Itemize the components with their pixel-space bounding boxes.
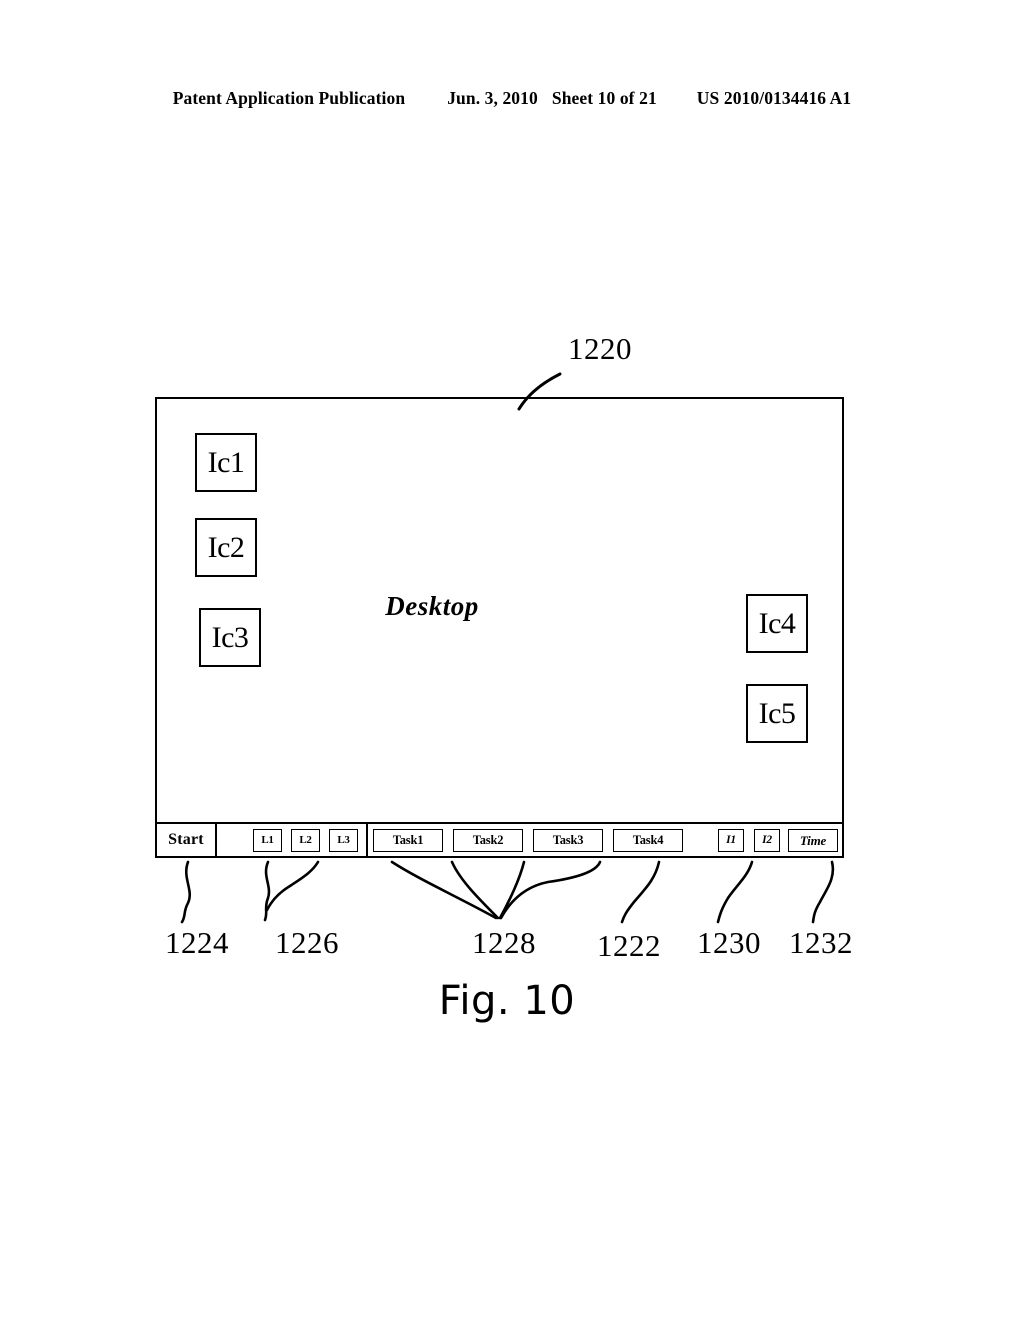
taskbar-separator-1: [215, 824, 217, 856]
figure-caption-text: Fig. 10: [438, 978, 576, 1024]
task-button-task1[interactable]: Task1: [373, 829, 443, 852]
language-button-l1[interactable]: L1: [253, 829, 282, 852]
language-button-label: L1: [261, 834, 274, 846]
tray-icon-i1[interactable]: I1: [718, 829, 744, 852]
language-button-l3[interactable]: L3: [329, 829, 358, 852]
desktop-icon-label: Ic1: [207, 445, 245, 479]
desktop-icon-ic5[interactable]: Ic5: [746, 684, 808, 743]
language-button-label: L3: [337, 834, 350, 846]
figure-caption: Fig. 10: [0, 978, 1024, 1024]
tray-icon-i2[interactable]: I2: [754, 829, 780, 852]
desktop-label-text: Desktop: [385, 591, 479, 621]
desktop-label: Desktop: [157, 591, 842, 622]
start-button[interactable]: Start: [157, 824, 215, 856]
ref-numeral-1224: 1224: [165, 925, 229, 960]
taskbar-clock-label: Time: [799, 833, 827, 848]
task-button-label: Task2: [472, 833, 504, 848]
tray-icon-label: I1: [726, 833, 736, 846]
start-button-label: Start: [168, 831, 204, 848]
desktop-icon-ic1[interactable]: Ic1: [195, 433, 257, 492]
ref-numeral-1228: 1228: [472, 925, 536, 960]
desktop-icon-ic2[interactable]: Ic2: [195, 518, 257, 577]
ref-numeral-1230: 1230: [697, 925, 761, 960]
ref-numeral-1220: 1220: [568, 331, 632, 366]
task-button-label: Task3: [552, 833, 584, 848]
desktop-area[interactable]: Ic1 Ic2 Ic3 Ic4 Ic5 Desktop: [157, 399, 842, 824]
task-button-label: Task1: [392, 833, 424, 848]
task-button-task2[interactable]: Task2: [453, 829, 523, 852]
task-button-task4[interactable]: Task4: [613, 829, 683, 852]
taskbar: Start L1 L2 L3 Task1 Task2 Task3 Task4 I1 I2 Time: [157, 822, 842, 856]
computer-screen: Ic1 Ic2 Ic3 Ic4 Ic5 Desktop Start L1 L2 L3 Task…: [155, 397, 844, 858]
patent-figure: Ic1 Ic2 Ic3 Ic4 Ic5 Desktop Start L1 L2 L3 Task…: [0, 0, 1024, 1320]
task-button-label: Task4: [632, 833, 664, 848]
desktop-icon-label: Ic3: [211, 620, 249, 654]
taskbar-clock[interactable]: Time: [788, 829, 838, 852]
ref-numeral-1232: 1232: [789, 925, 853, 960]
desktop-icon-label: Ic5: [758, 696, 796, 730]
ref-numeral-1222: 1222: [597, 928, 661, 963]
tray-icon-label: I2: [762, 833, 772, 846]
desktop-icon-label: Ic2: [207, 530, 245, 564]
taskbar-separator-2: [366, 824, 368, 856]
language-button-label: L2: [299, 834, 312, 846]
language-button-l2[interactable]: L2: [291, 829, 320, 852]
task-button-task3[interactable]: Task3: [533, 829, 603, 852]
ref-numeral-1226: 1226: [275, 925, 339, 960]
